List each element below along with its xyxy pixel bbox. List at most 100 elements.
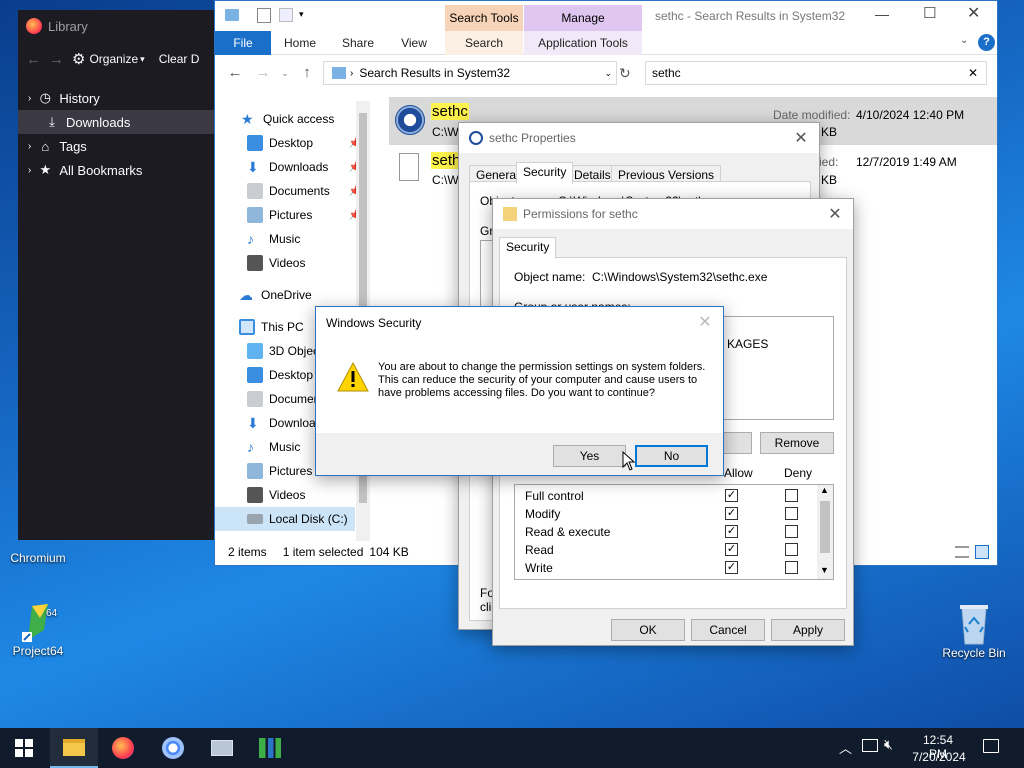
library-tree-tags[interactable]: › ⌂ Tags: [18, 134, 234, 158]
search-input[interactable]: sethc ✕: [645, 61, 987, 85]
desktop-icon-project64[interactable]: 64 Project64: [0, 600, 76, 658]
close-icon[interactable]: ✕: [695, 312, 715, 332]
library-tree-downloads[interactable]: ⤓ Downloads: [18, 110, 234, 134]
scroll-down-icon[interactable]: ▼: [820, 565, 829, 575]
new-folder-quick-icon[interactable]: [279, 8, 293, 22]
library-toolbar: ← → ⚙ Organize ▾ Clear D: [18, 42, 234, 76]
forward-arrow-icon[interactable]: →: [253, 63, 273, 83]
tab-view[interactable]: View: [391, 31, 437, 55]
deny-checkbox[interactable]: [785, 543, 798, 556]
permission-row-read: Read ✓: [515, 541, 815, 559]
address-dropdown-icon[interactable]: ⌄: [604, 68, 612, 79]
nav-documents[interactable]: Documents 📌: [247, 179, 367, 203]
library-tree-all-bookmarks[interactable]: › ★ All Bookmarks: [18, 158, 234, 182]
show-hidden-icons-chevron-up-icon[interactable]: ︿: [839, 738, 852, 757]
tab-home[interactable]: Home: [277, 31, 323, 55]
ok-button[interactable]: OK: [611, 619, 685, 641]
nav-music[interactable]: ♪ Music: [247, 227, 300, 251]
properties-quick-icon[interactable]: [257, 8, 271, 23]
remove-button[interactable]: Remove: [760, 432, 834, 454]
permission-row-write: Write ✓: [515, 559, 815, 577]
close-icon[interactable]: ✕: [825, 204, 845, 224]
scroll-up-icon[interactable]: ▲: [820, 485, 829, 495]
nav-downloads[interactable]: ⬇ Downloads 📌: [247, 155, 367, 179]
nav-onedrive[interactable]: ☁ OneDrive: [239, 283, 312, 307]
apply-button[interactable]: Apply: [771, 619, 845, 641]
deny-checkbox[interactable]: [785, 525, 798, 538]
tab-security[interactable]: Security: [499, 237, 557, 259]
details-view-icon[interactable]: [955, 546, 969, 558]
clock-date[interactable]: 7/20/2024: [910, 750, 968, 764]
chevron-down-icon[interactable]: ⌄: [275, 63, 295, 83]
clear-search-icon[interactable]: ✕: [968, 66, 978, 80]
start-button[interactable]: [0, 728, 48, 768]
close-icon[interactable]: ✕: [967, 3, 980, 23]
object-name-label: Object name:: [514, 270, 586, 284]
nav-local-disk[interactable]: Local Disk (C:): [215, 507, 355, 531]
pictures-icon: [247, 207, 263, 223]
tab-file[interactable]: File: [215, 31, 271, 55]
close-icon[interactable]: ✕: [791, 128, 811, 148]
tab-application-tools[interactable]: Application Tools: [524, 31, 642, 55]
taskbar-network-app[interactable]: [198, 728, 246, 768]
maximize-icon[interactable]: ☐: [923, 4, 936, 22]
clear-downloads-button[interactable]: Clear D: [159, 52, 200, 66]
allow-checkbox[interactable]: ✓: [725, 525, 738, 538]
nav-pc-pictures[interactable]: Pictures: [247, 459, 312, 483]
nav-pc-videos[interactable]: Videos: [247, 483, 305, 507]
recycle-bin-icon: [954, 602, 994, 645]
nav-this-pc[interactable]: This PC: [239, 315, 304, 339]
no-button[interactable]: No: [635, 445, 708, 467]
quick-access-dropdown-icon[interactable]: ▾: [299, 9, 304, 20]
nav-videos[interactable]: Videos: [247, 251, 305, 275]
allow-checkbox[interactable]: ✓: [725, 543, 738, 556]
yes-button[interactable]: Yes: [553, 445, 626, 467]
back-arrow-icon[interactable]: ←: [225, 63, 245, 83]
dialog-title: sethc Properties: [489, 131, 576, 145]
allow-checkbox[interactable]: ✓: [725, 489, 738, 502]
group-entry[interactable]: KAGES: [727, 337, 768, 351]
nav-pictures[interactable]: Pictures 📌: [247, 203, 367, 227]
up-arrow-icon[interactable]: ↑: [297, 63, 317, 83]
network-icon[interactable]: [862, 739, 878, 752]
deny-checkbox[interactable]: [785, 561, 798, 574]
forward-arrow-icon[interactable]: →: [49, 51, 64, 68]
taskbar-file-explorer[interactable]: [50, 728, 98, 768]
library-tree-history[interactable]: › ◷ History: [18, 86, 234, 110]
tab-security[interactable]: Security: [516, 162, 574, 184]
taskbar: ︿ 🔇︎ 12:54 PM 7/20/2024: [0, 728, 1024, 768]
allow-checkbox[interactable]: ✓: [725, 561, 738, 574]
cube-icon: [247, 343, 263, 359]
allow-checkbox[interactable]: ✓: [725, 507, 738, 520]
taskbar-project64[interactable]: [246, 728, 294, 768]
address-box[interactable]: › Search Results in System32 ⌄: [323, 61, 617, 85]
minimize-icon[interactable]: —: [875, 6, 889, 22]
organize-label: Organize: [89, 52, 139, 66]
taskbar-chromium[interactable]: [149, 728, 197, 768]
large-icons-view-icon[interactable]: [975, 545, 989, 559]
notifications-icon[interactable]: [983, 739, 999, 753]
taskbar-firefox[interactable]: [99, 728, 147, 768]
refresh-icon[interactable]: ↻: [619, 65, 631, 82]
object-name-value: C:\Windows\System32\sethc.exe: [592, 270, 768, 284]
deny-checkbox[interactable]: [785, 507, 798, 520]
organize-button[interactable]: ⚙ Organize ▾: [72, 50, 145, 68]
desktop-icon-recycle-bin[interactable]: Recycle Bin: [936, 602, 1012, 660]
security-message: You are about to change the permission s…: [378, 361, 706, 399]
nav-label: Local Disk (C:): [269, 512, 348, 526]
tab-share[interactable]: Share: [335, 31, 381, 55]
ribbon-expand-icon[interactable]: ⌄: [960, 35, 968, 46]
permissions-scrollbar[interactable]: ▲ ▼: [817, 485, 833, 579]
permission-name: Read & execute: [525, 525, 611, 539]
cancel-button[interactable]: Cancel: [691, 619, 765, 641]
project64-icon: [259, 738, 281, 758]
nav-pc-desktop[interactable]: Desktop: [247, 363, 313, 387]
tab-search[interactable]: Search: [445, 31, 523, 55]
volume-muted-icon[interactable]: 🔇︎: [884, 736, 893, 753]
deny-checkbox[interactable]: [785, 489, 798, 502]
nav-quick-access[interactable]: ★ Quick access: [241, 107, 334, 131]
nav-desktop[interactable]: Desktop 📌: [247, 131, 367, 155]
nav-pc-music[interactable]: ♪ Music: [247, 435, 300, 459]
back-arrow-icon[interactable]: ←: [26, 51, 41, 68]
help-icon[interactable]: ?: [978, 34, 995, 51]
